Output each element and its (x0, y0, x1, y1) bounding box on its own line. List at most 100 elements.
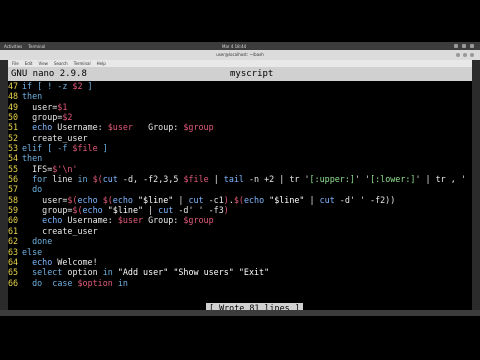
code-token: elif [ -f (22, 143, 73, 154)
code-token: | (173, 194, 189, 205)
code-token: "Add user" (117, 267, 169, 278)
code-token: $group (183, 215, 214, 226)
code-token: $user (117, 215, 144, 226)
code-token: echo (42, 215, 63, 226)
line-number: 59 (8, 205, 19, 216)
code-token: ' | tr , ' ' ) (415, 174, 472, 185)
close-icon[interactable] (470, 53, 474, 57)
scrollbar-track[interactable] (472, 60, 480, 312)
line-number: 62 (8, 236, 19, 247)
code-line[interactable]: 59 group=$(echo "$line" | cut -d' ' -f3) (8, 205, 472, 215)
code-line[interactable]: 48 then (8, 91, 472, 101)
code-token: $file (72, 143, 98, 154)
code-token: $file (183, 174, 209, 185)
code-token: $1 (57, 101, 68, 112)
code-token: done (32, 236, 53, 247)
code-token: $2 (72, 81, 83, 91)
code-editor[interactable]: 47 if [ ! -z $2 ] 48 then 49 user=$1 50 group… (8, 81, 472, 288)
code-token: echo (32, 256, 53, 267)
code-line[interactable]: 47 if [ ! -z $2 ] (8, 81, 472, 91)
code-line[interactable]: 62 done (8, 236, 472, 246)
line-number: 60 (8, 215, 19, 226)
code-line[interactable]: 51 echo Username: $user Group: $group (8, 122, 472, 132)
code-token: "$line" (269, 194, 305, 205)
app-menu-terminal[interactable]: Terminal (28, 44, 45, 49)
line-number: 54 (8, 153, 19, 164)
code-token: Welcome! (52, 256, 98, 267)
line-number: 48 (8, 91, 19, 102)
window-titlebar[interactable]: user@localhost: ~/bash (0, 50, 480, 60)
code-token: "Show users" (173, 267, 234, 278)
line-number: 64 (8, 256, 19, 267)
line-number: 50 (8, 112, 19, 123)
line-number: 58 (8, 194, 19, 205)
code-line[interactable]: 60 echo Username: $user Group: $group (8, 215, 472, 225)
code-line[interactable]: 64 echo Welcome! (8, 257, 472, 267)
code-line[interactable]: 65 select option in "Add user" "Show use… (8, 267, 472, 277)
menu-view[interactable]: View (38, 60, 48, 67)
system-panel: Activities Terminal Mar 4 18:44 (0, 42, 480, 50)
code-token: [:upper:] (309, 174, 355, 185)
letterbox-bottom (0, 316, 480, 360)
code-line[interactable]: 52 create_user (8, 133, 472, 143)
minimize-icon[interactable] (456, 53, 460, 57)
code-token: | (143, 205, 159, 216)
code-token: else (22, 246, 43, 257)
code-line[interactable]: 56 for line in $(cut -d, -f2,3,5 $file |… (8, 174, 472, 184)
code-line[interactable]: 58 user=$(echo $(echo "$line" | cut -c1)… (8, 195, 472, 205)
menu-search[interactable]: Search (54, 60, 68, 67)
nano-version: GNU nano 2.9.8 (11, 69, 87, 79)
code-token: then (22, 91, 43, 102)
code-token: $user (107, 122, 133, 133)
nano-filename: myscript (230, 69, 274, 79)
menu-file[interactable]: File (12, 60, 19, 67)
menu-edit[interactable]: Edit (25, 60, 33, 67)
code-token: "Exit" (238, 267, 270, 278)
line-number: 49 (8, 101, 19, 112)
code-token: create_user (22, 132, 88, 143)
code-line[interactable]: 66 do case $option in (8, 278, 472, 288)
code-line[interactable]: 49 user=$1 (8, 102, 472, 112)
code-token: $( (67, 194, 78, 205)
code-token: $2 (62, 112, 73, 123)
code-token: Username: (62, 215, 118, 226)
code-token: select (32, 267, 63, 278)
code-line[interactable]: 54 then (8, 153, 472, 163)
window-title: user@localhost: ~/bash (216, 52, 264, 57)
menu-help[interactable]: Help (97, 60, 106, 67)
code-token: for (32, 174, 48, 185)
nano-header: GNU nano 2.9.8 myscript (8, 67, 472, 81)
code-token: create_user (22, 225, 98, 236)
menu-terminal[interactable]: Terminal (74, 60, 91, 67)
code-token: [:lower:] (370, 174, 416, 185)
code-line[interactable]: 63 else (8, 247, 472, 257)
activities-button[interactable]: Activities (4, 44, 22, 49)
maximize-icon[interactable] (463, 53, 467, 57)
code-line[interactable]: 57 do (8, 184, 472, 194)
code-token: case (52, 277, 73, 288)
line-number: 53 (8, 143, 19, 154)
letterbox-top (0, 0, 480, 42)
network-icon[interactable] (454, 44, 458, 48)
terminal-area[interactable]: GNU nano 2.9.8 myscript 47 if [ ! -z $2 ]… (8, 67, 472, 312)
code-line[interactable]: 61 create_user (8, 226, 472, 236)
code-token: echo (32, 122, 53, 133)
code-token: echo (243, 194, 265, 205)
code-line[interactable]: 50 group=$2 (8, 112, 472, 122)
power-icon[interactable] (470, 44, 474, 48)
code-token: in (102, 267, 113, 278)
code-token: ) (223, 205, 229, 216)
code-line[interactable]: 55 IFS=$'\n' (8, 164, 472, 174)
clock[interactable]: Mar 4 18:44 (222, 44, 246, 49)
code-token: -d, -f2,3,5 (117, 174, 184, 185)
code-token: do (32, 184, 43, 195)
code-token: group= (22, 112, 63, 123)
code-token: $( (233, 194, 244, 205)
volume-icon[interactable] (462, 44, 466, 48)
code-line[interactable]: 53 elif [ -f $file ] (8, 143, 472, 153)
code-token: if [ ! -z (22, 81, 73, 91)
